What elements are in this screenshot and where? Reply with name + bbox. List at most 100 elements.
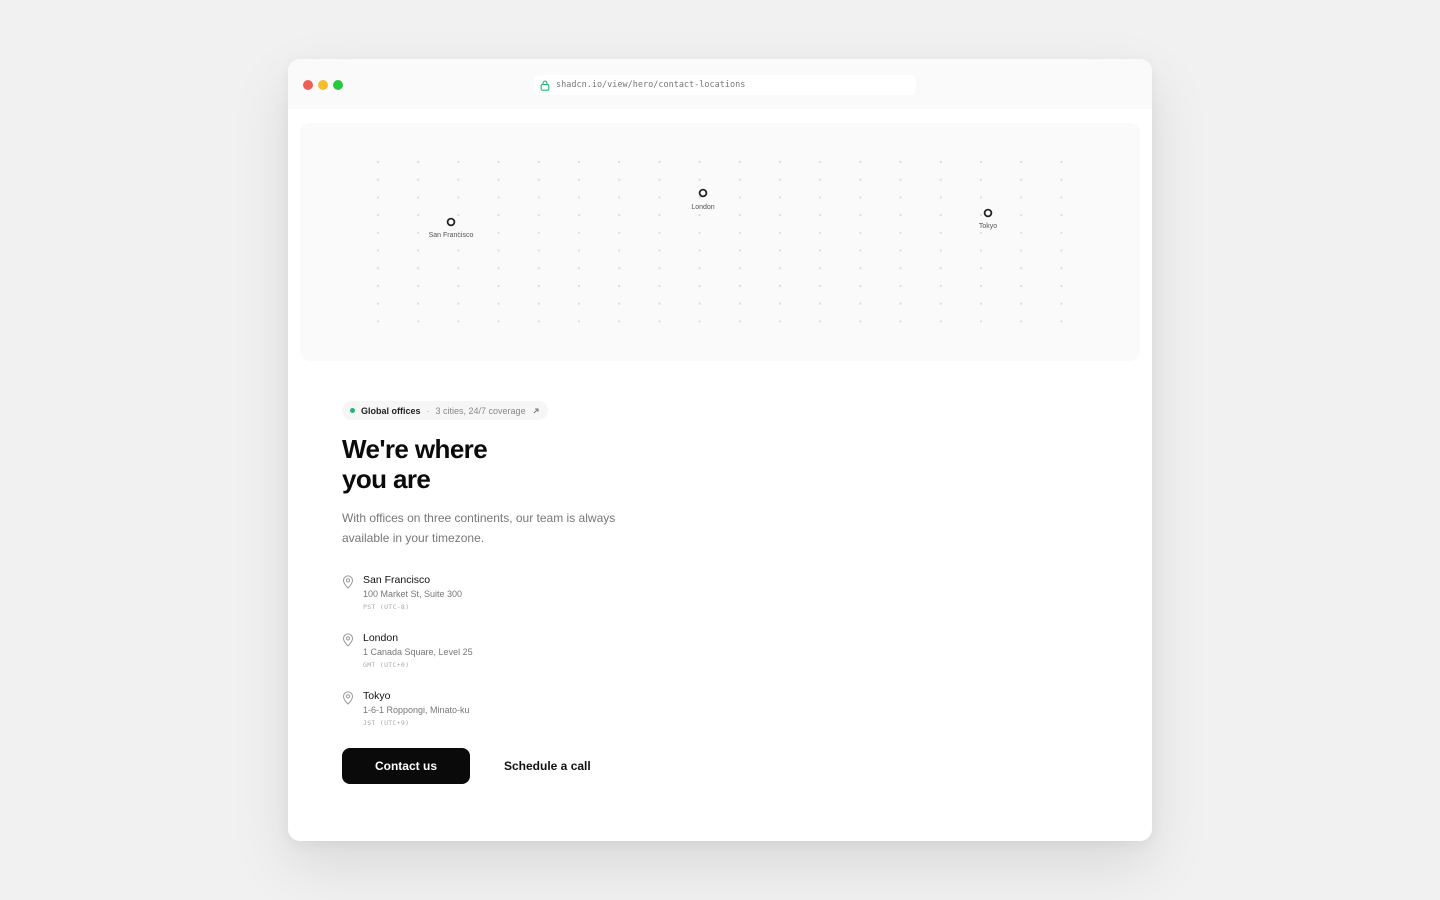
map-grid-dot	[698, 249, 701, 252]
map-grid-dot	[979, 267, 983, 270]
map-grid-dot	[979, 178, 983, 181]
map-grid-dot	[577, 302, 581, 305]
location-address: 100 Market St, Suite 300	[363, 589, 463, 599]
map-grid-dot	[1020, 196, 1023, 199]
map-grid-dot	[778, 249, 782, 252]
hero-description: With offices on three continents, our te…	[342, 511, 616, 545]
address-bar[interactable]: shadcn.io/view/hero/contact-locations	[534, 75, 916, 95]
map-grid-dot	[698, 196, 701, 199]
map-grid-dot	[417, 231, 420, 234]
map-grid-dot	[417, 249, 420, 252]
map-grid-dot	[457, 249, 460, 252]
map-grid-dot	[979, 302, 983, 305]
map-grid-dot	[738, 196, 741, 199]
map-grid-dot	[859, 196, 862, 199]
map-grid-dot	[417, 160, 420, 164]
map-grid-dot	[618, 284, 621, 287]
map-grid-dot	[859, 231, 862, 234]
map-grid-dot	[497, 249, 500, 252]
map-grid-dot	[618, 178, 621, 181]
map-grid-dot	[537, 160, 540, 164]
map-grid-dot	[1020, 231, 1023, 234]
map-grid-dot	[979, 320, 983, 323]
map-grid-dot	[376, 249, 380, 252]
map-grid-dot	[859, 160, 862, 164]
map-grid-dot	[778, 214, 782, 217]
map-grid-dot	[899, 320, 902, 323]
map-grid-dot	[859, 284, 862, 287]
map-grid-dot	[1060, 302, 1063, 305]
badge-separator: ·	[426, 405, 430, 416]
map-grid-dot	[497, 160, 500, 164]
map-grid-dot	[819, 196, 822, 199]
map-grid-dot	[778, 196, 782, 199]
map-grid-dot	[1060, 231, 1063, 234]
map-grid-dot	[939, 160, 942, 164]
map-marker-label: San Francisco	[429, 232, 474, 239]
map-grid-dot	[417, 178, 420, 181]
location-name: Tokyo	[363, 690, 391, 702]
browser-titlebar: shadcn.io/view/hero/contact-locations	[288, 59, 1152, 109]
map-grid-dot	[939, 196, 942, 199]
map-grid-dot	[939, 320, 942, 323]
map-grid-dot	[537, 249, 540, 252]
map-grid-dot	[497, 320, 500, 323]
map-grid-dot	[899, 284, 902, 287]
location-address: 1 Canada Square, Level 25	[363, 647, 473, 657]
map-grid-dot	[1020, 320, 1023, 323]
map-grid-dot	[819, 267, 822, 270]
map-marker-label: Tokyo	[979, 223, 997, 230]
contact-us-button[interactable]: Contact us	[342, 748, 470, 784]
map-grid-dot	[939, 178, 942, 181]
map-grid-dot	[376, 160, 380, 164]
map-grid-dot	[417, 302, 420, 305]
lock-icon	[540, 80, 550, 91]
map-grid-dot	[537, 214, 540, 217]
location-name: London	[363, 632, 399, 644]
map-grid-dot	[497, 267, 500, 270]
map-marker-san-francisco[interactable]: San Francisco	[429, 217, 474, 239]
map-grid-dot	[738, 320, 741, 323]
map-grid-dot	[497, 231, 500, 234]
map-grid-dot	[417, 214, 420, 217]
map-grid-dot	[778, 284, 782, 287]
map-grid-dot	[1060, 178, 1063, 181]
map-grid-dot	[537, 302, 540, 305]
map-grid-dot	[658, 320, 661, 323]
browser-window: shadcn.io/view/hero/contact-locations Sa…	[288, 59, 1152, 841]
map-marker-tokyo[interactable]: Tokyo	[979, 208, 997, 230]
map-grid-dot	[1020, 160, 1023, 164]
map-grid-dot	[376, 196, 380, 199]
maximize-window-button[interactable]	[333, 80, 343, 90]
map-grid-dot	[457, 284, 460, 287]
map-grid-dot	[778, 160, 782, 164]
map-grid-dot	[618, 214, 621, 217]
map-grid-dot	[618, 302, 621, 305]
map-marker-london[interactable]: London	[691, 188, 715, 211]
map-grid-dot	[1060, 284, 1063, 287]
map-grid-dot	[698, 231, 701, 234]
minimize-window-button[interactable]	[318, 80, 328, 90]
close-window-button[interactable]	[303, 80, 313, 90]
map-grid-dot	[819, 302, 822, 305]
map-grid-dot	[537, 178, 540, 181]
map-grid-dot	[1060, 196, 1063, 199]
map-grid-dot	[698, 320, 701, 323]
map-grid-dot	[738, 178, 741, 181]
map-grid-dot	[618, 160, 621, 164]
map-grid-dot	[1060, 320, 1063, 323]
map-grid-dot	[457, 267, 460, 270]
map-grid-dot	[738, 231, 741, 234]
map-grid-dot	[819, 320, 822, 323]
map-grid-dot	[618, 267, 621, 270]
map-grid-dot	[819, 249, 822, 252]
status-badge[interactable]: Global offices · 3 cities, 24/7 coverage	[342, 401, 548, 420]
map-grid-dot	[417, 284, 420, 287]
map-grid-dot	[537, 267, 540, 270]
location-item-london: London 1 Canada Square, Level 25 GMT (UT…	[342, 632, 1102, 690]
map-grid-dot	[899, 249, 902, 252]
map-grid-dot	[859, 214, 862, 217]
map-grid-dot	[417, 320, 420, 323]
map-grid-dot	[819, 178, 822, 181]
schedule-call-button[interactable]: Schedule a call	[504, 759, 591, 773]
